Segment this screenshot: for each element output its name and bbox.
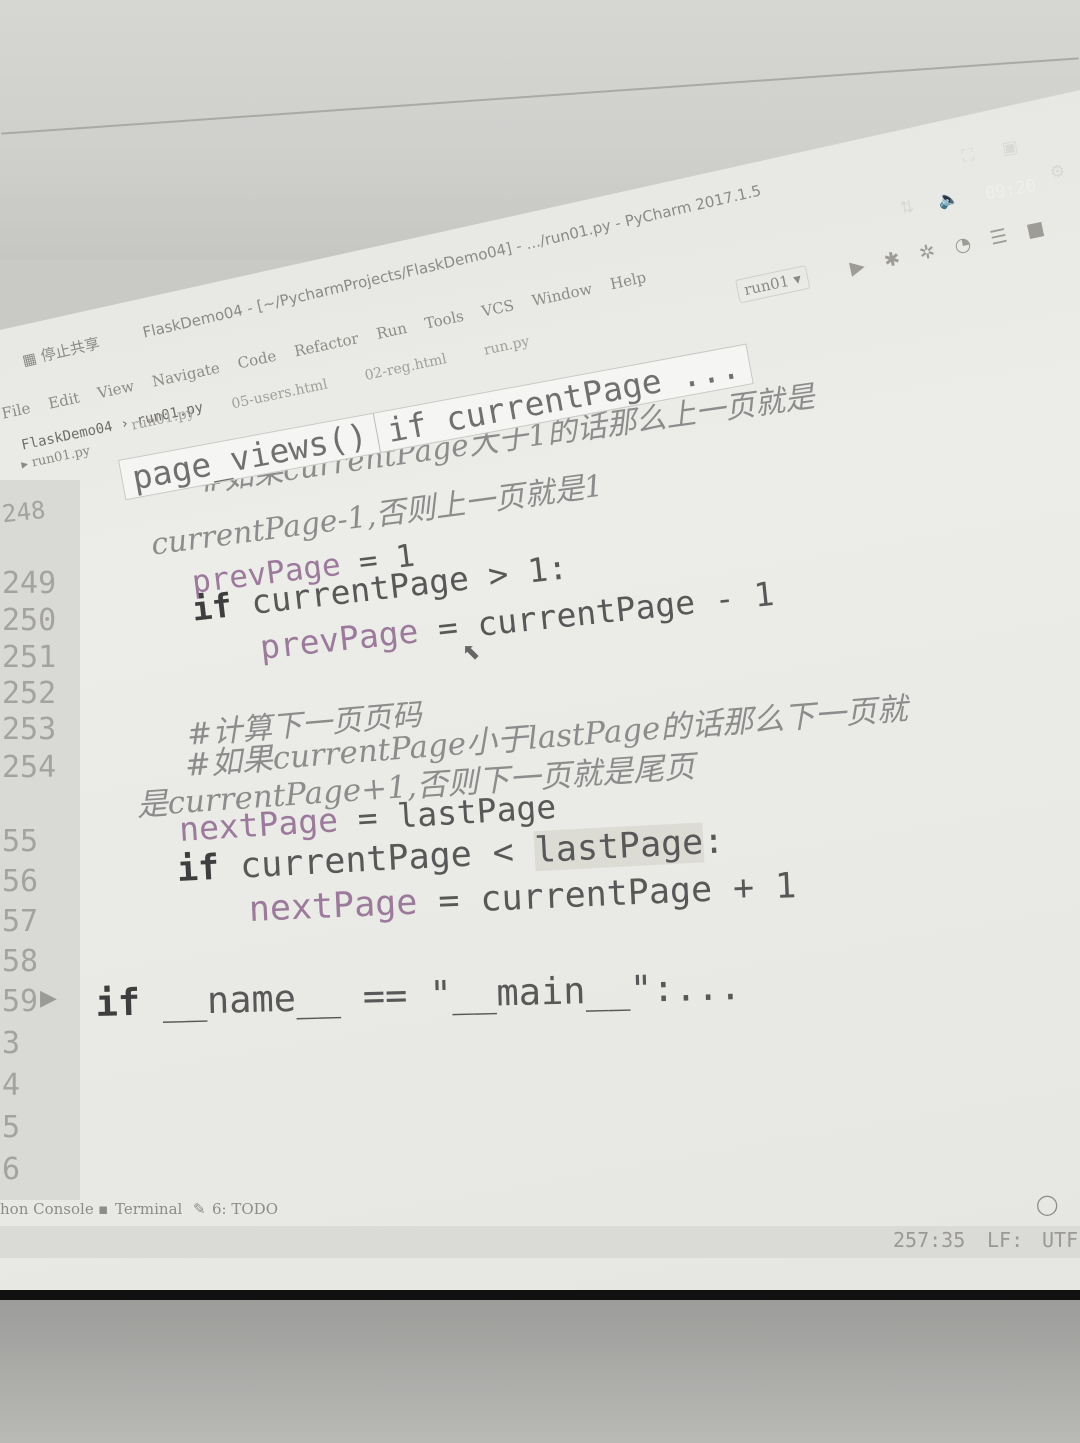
line-number: 59 bbox=[2, 984, 39, 1019]
mouse-cursor-icon: ⬉ bbox=[462, 640, 481, 665]
line-separator[interactable]: LF: bbox=[987, 1228, 1023, 1252]
terminal-icon: ▪ bbox=[98, 1200, 109, 1218]
line-number: 57 bbox=[2, 904, 39, 939]
line-number: 251 bbox=[2, 640, 57, 675]
line-number: 252 bbox=[2, 676, 57, 711]
run-icon[interactable]: ▶ bbox=[848, 255, 867, 280]
todo-tab[interactable]: 6: TODO bbox=[212, 1200, 278, 1218]
profile-icon[interactable]: ◔ bbox=[952, 232, 973, 257]
line-number: 248 bbox=[0, 495, 47, 529]
line-number: 253 bbox=[2, 712, 57, 747]
line-number: 250 bbox=[2, 603, 57, 638]
settings-icon[interactable]: ⚙ bbox=[1048, 161, 1066, 183]
line-number: 254 bbox=[2, 750, 57, 785]
debug-icon[interactable]: ✱ bbox=[882, 247, 902, 272]
python-console-tab[interactable]: hon Console bbox=[0, 1200, 94, 1218]
file-encoding[interactable]: UTF bbox=[1042, 1228, 1078, 1252]
wall-below-screen bbox=[0, 1300, 1080, 1443]
line-number: 56 bbox=[2, 864, 39, 899]
structure-icon[interactable]: ☰ bbox=[988, 225, 1009, 250]
event-log-icon[interactable]: ◯ bbox=[1036, 1192, 1058, 1216]
line-number: 249 bbox=[2, 566, 57, 601]
line-number: 3 bbox=[2, 1026, 21, 1061]
volume-icon: 🔈 bbox=[936, 188, 961, 212]
fold-arrow-icon[interactable]: ▶ bbox=[40, 986, 57, 1011]
terminal-tab[interactable]: Terminal bbox=[115, 1200, 182, 1218]
line-number: 58 bbox=[2, 944, 39, 979]
line-number: 4 bbox=[2, 1068, 21, 1103]
stop-icon[interactable]: ■ bbox=[1024, 217, 1046, 242]
coverage-icon[interactable]: ✲ bbox=[917, 240, 937, 265]
line-number: 6 bbox=[2, 1152, 21, 1187]
todo-icon: ✎ bbox=[193, 1200, 206, 1218]
line-number: 55 bbox=[2, 824, 39, 859]
status-bar: 257:35 LF: UTF bbox=[0, 1226, 1080, 1258]
tool-window-bar: hon Console ▪ Terminal ✎ 6: TODO ◯ bbox=[0, 1192, 1080, 1228]
chevron-down-icon: ▾ bbox=[791, 269, 803, 289]
line-number: 5 bbox=[2, 1110, 21, 1145]
caret-position[interactable]: 257:35 bbox=[893, 1228, 965, 1252]
window-mode-icon[interactable]: ▣ bbox=[1000, 137, 1019, 159]
